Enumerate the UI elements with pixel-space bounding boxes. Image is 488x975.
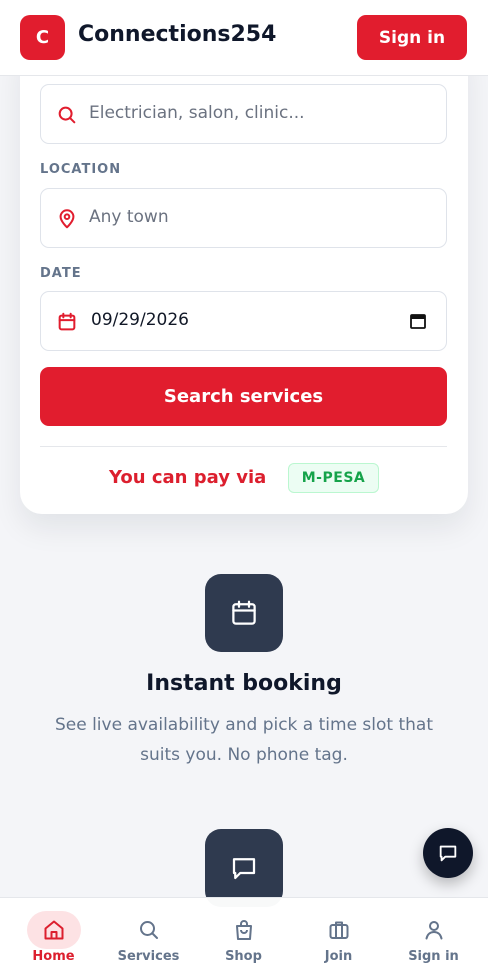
nav-label-shop: Shop (225, 949, 262, 964)
bottom-nav: Home Services Shop Join Sign in (0, 897, 488, 975)
nav-services-icon-wrap (122, 911, 176, 949)
date-label: DATE (40, 266, 82, 281)
location-label: LOCATION (40, 162, 122, 177)
shopping-bag-icon (235, 920, 252, 940)
location-field[interactable]: Any town (40, 188, 447, 248)
chat-icon (232, 858, 256, 880)
nav-item-signin[interactable]: Sign in (385, 898, 482, 975)
calendar-icon (232, 600, 256, 625)
chat-icon (439, 845, 457, 862)
nav-item-join[interactable]: Join (290, 898, 387, 975)
app-title[interactable]: Connections254 (78, 22, 276, 47)
logo-badge[interactable]: C (20, 15, 65, 60)
nav-label-signin: Sign in (408, 949, 459, 964)
nav-label-home: Home (32, 949, 75, 964)
service-search-placeholder: Electrician, salon, clinic... (89, 103, 305, 123)
home-icon (44, 920, 63, 940)
date-field[interactable]: 09/29/2026 (40, 291, 447, 351)
user-icon (425, 921, 442, 940)
calendar-icon (58, 312, 76, 331)
card-divider (40, 446, 447, 447)
mpesa-badge: M-PESA (288, 463, 379, 493)
search-services-button[interactable]: Search services (40, 367, 447, 426)
search-icon (58, 106, 76, 124)
date-picker-icon[interactable] (409, 312, 427, 330)
location-placeholder: Any town (89, 207, 169, 227)
feature-description: See live availability and pick a time sl… (54, 715, 434, 765)
pay-via-text: You can pay via (109, 467, 267, 488)
nav-item-home[interactable]: Home (5, 898, 102, 975)
nav-label-services: Services (117, 949, 180, 964)
nav-signin-icon-wrap (407, 911, 461, 949)
nav-item-shop[interactable]: Shop (195, 898, 292, 975)
nav-item-services[interactable]: Services (100, 898, 197, 975)
service-search-field[interactable]: Electrician, salon, clinic... (40, 84, 447, 144)
header-signin-button[interactable]: Sign in (357, 15, 467, 60)
nav-shop-icon-wrap (217, 911, 271, 949)
search-icon (139, 921, 158, 939)
feature-calendar-icon-tile (205, 574, 283, 652)
feature-title: Instant booking (146, 671, 342, 696)
briefcase-icon (329, 921, 348, 939)
date-value: 09/29/2026 (91, 310, 189, 330)
app-header: C Connections254 Sign in (0, 0, 488, 76)
nav-home-icon-wrap (26, 911, 81, 949)
feature-chat-icon-tile (205, 829, 283, 907)
location-pin-icon (59, 209, 75, 229)
nav-label-join: Join (324, 949, 353, 964)
nav-join-icon-wrap (312, 911, 366, 949)
chat-button[interactable] (423, 828, 473, 878)
